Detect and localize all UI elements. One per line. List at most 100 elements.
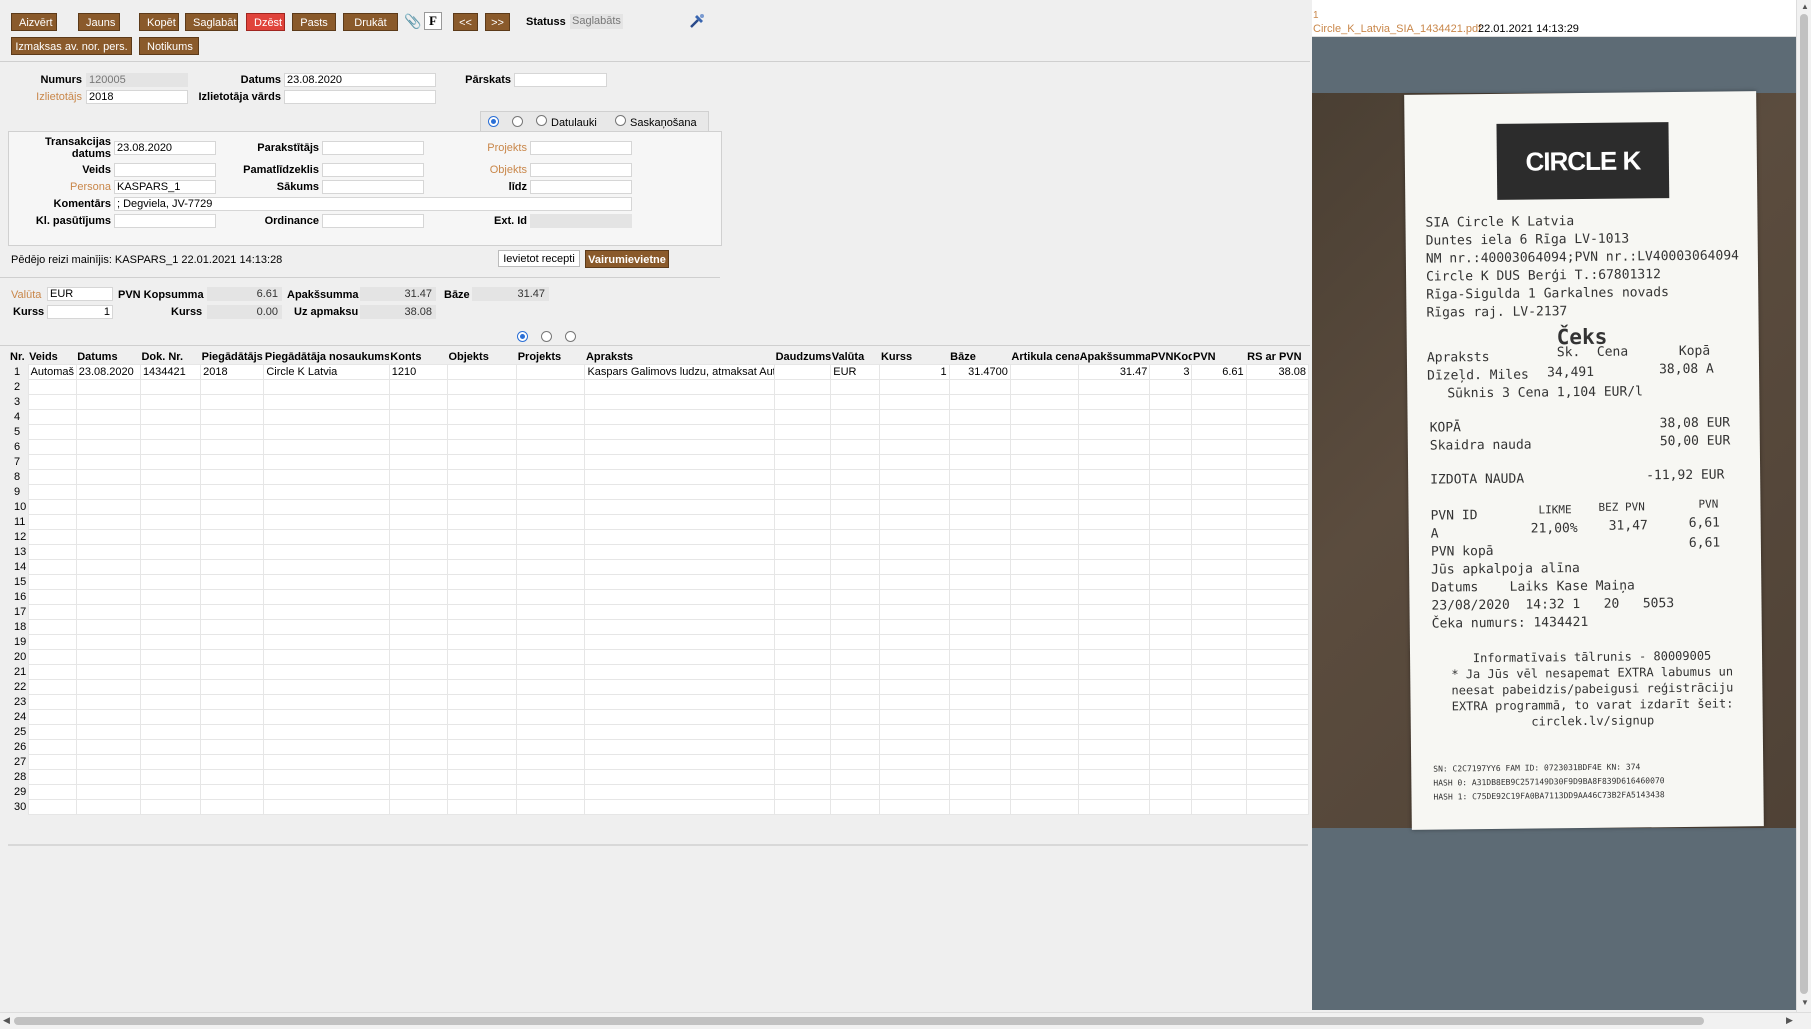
- table-cell[interactable]: [879, 574, 950, 590]
- order-field[interactable]: [114, 214, 216, 228]
- table-cell[interactable]: [263, 619, 390, 635]
- table-cell[interactable]: [830, 604, 881, 620]
- table-cell[interactable]: [200, 784, 265, 800]
- cell-vat[interactable]: 6.61: [1191, 364, 1247, 380]
- table-cell[interactable]: [200, 424, 265, 440]
- table-cell[interactable]: [1078, 634, 1151, 650]
- table-cell[interactable]: [139, 664, 202, 680]
- attachment-link[interactable]: Circle_K_Latvia_SIA_1434421.pdf: [1313, 23, 1481, 35]
- table-cell[interactable]: [879, 619, 950, 635]
- table-cell[interactable]: [139, 649, 202, 665]
- table-cell[interactable]: [1149, 649, 1193, 665]
- signed-field[interactable]: [322, 141, 424, 155]
- table-cell[interactable]: [516, 634, 586, 650]
- table-cell[interactable]: [263, 679, 390, 695]
- column-header[interactable]: Veids: [28, 349, 76, 365]
- table-cell[interactable]: [1149, 424, 1193, 440]
- table-cell[interactable]: [1191, 454, 1247, 470]
- table-cell[interactable]: [263, 394, 390, 410]
- table-cell[interactable]: [1009, 409, 1080, 425]
- table-cell[interactable]: [1245, 754, 1310, 770]
- table-cell[interactable]: [584, 694, 776, 710]
- table-cell[interactable]: [263, 574, 390, 590]
- table-cell[interactable]: [584, 469, 776, 485]
- table-cell[interactable]: [1191, 484, 1247, 500]
- table-cell[interactable]: [446, 484, 518, 500]
- table-cell[interactable]: [263, 559, 390, 575]
- table-cell[interactable]: [27, 769, 77, 785]
- import-receipt-button[interactable]: Ievietot recepti: [498, 250, 580, 267]
- table-cell[interactable]: [200, 409, 265, 425]
- table-cell[interactable]: [27, 574, 77, 590]
- table-cell[interactable]: [263, 634, 390, 650]
- tools-icon[interactable]: [688, 12, 706, 30]
- table-cell[interactable]: [1009, 649, 1080, 665]
- table-cell[interactable]: [139, 679, 202, 695]
- table-cell[interactable]: [879, 739, 950, 755]
- merchant-button[interactable]: Vairumievietne: [585, 250, 669, 268]
- table-cell[interactable]: [584, 559, 776, 575]
- table-row[interactable]: 28: [9, 769, 1310, 785]
- scroll-down-arrow[interactable]: ▼: [1801, 998, 1809, 1007]
- column-header[interactable]: Piegādātāja nosaukums: [264, 349, 389, 365]
- table-cell[interactable]: [774, 589, 832, 605]
- table-cell[interactable]: [139, 439, 202, 455]
- table-cell[interactable]: [1245, 709, 1310, 725]
- table-cell[interactable]: [1245, 574, 1310, 590]
- cell-vat-code[interactable]: 3: [1149, 364, 1193, 380]
- table-cell[interactable]: [1149, 409, 1193, 425]
- mail-button[interactable]: Pasts: [292, 13, 336, 31]
- table-cell[interactable]: [948, 709, 1011, 725]
- table-cell[interactable]: [1149, 784, 1193, 800]
- table-cell[interactable]: [75, 634, 141, 650]
- table-cell[interactable]: [200, 379, 265, 395]
- save-button[interactable]: Saglabāt: [185, 13, 238, 31]
- table-cell[interactable]: [446, 664, 518, 680]
- cell-supplier-name[interactable]: Circle K Latvia: [263, 364, 390, 380]
- table-cell[interactable]: [879, 424, 950, 440]
- column-header[interactable]: PVN: [1192, 349, 1246, 365]
- table-cell[interactable]: [1149, 454, 1193, 470]
- copy-button[interactable]: Kopēt: [139, 13, 179, 31]
- table-cell[interactable]: [200, 604, 265, 620]
- table-cell[interactable]: [584, 394, 776, 410]
- table-cell[interactable]: [1149, 514, 1193, 530]
- trans-date-field[interactable]: 23.08.2020: [114, 141, 216, 155]
- table-cell[interactable]: [584, 424, 776, 440]
- table-cell[interactable]: [1245, 394, 1310, 410]
- table-cell[interactable]: [200, 634, 265, 650]
- table-cell[interactable]: [584, 544, 776, 560]
- table-cell[interactable]: [1245, 529, 1310, 545]
- table-cell[interactable]: [1009, 724, 1080, 740]
- table-cell[interactable]: [830, 664, 881, 680]
- table-cell[interactable]: [388, 619, 448, 635]
- table-cell[interactable]: [388, 664, 448, 680]
- table-cell[interactable]: [139, 784, 202, 800]
- table-cell[interactable]: [948, 694, 1011, 710]
- attachment-icon[interactable]: 📎: [404, 12, 422, 30]
- table-cell[interactable]: [139, 394, 202, 410]
- table-cell[interactable]: [27, 544, 77, 560]
- table-cell[interactable]: [27, 619, 77, 635]
- table-cell[interactable]: [774, 754, 832, 770]
- table-cell[interactable]: [879, 694, 950, 710]
- table-cell[interactable]: [139, 559, 202, 575]
- table-row[interactable]: 12: [9, 529, 1310, 545]
- font-icon[interactable]: F: [424, 12, 442, 30]
- asset-field[interactable]: [322, 163, 424, 177]
- table-cell[interactable]: [388, 559, 448, 575]
- table-cell[interactable]: [948, 529, 1011, 545]
- table-cell[interactable]: [1191, 784, 1247, 800]
- table-cell[interactable]: [1191, 604, 1247, 620]
- table-cell[interactable]: [584, 589, 776, 605]
- table-cell[interactable]: [948, 754, 1011, 770]
- table-cell[interactable]: [516, 709, 586, 725]
- table-cell[interactable]: [879, 439, 950, 455]
- person-label[interactable]: Persona: [20, 181, 111, 193]
- table-cell[interactable]: [516, 379, 586, 395]
- table-cell[interactable]: [75, 469, 141, 485]
- table-cell[interactable]: [948, 544, 1011, 560]
- table-cell[interactable]: [1191, 544, 1247, 560]
- table-cell[interactable]: [1149, 529, 1193, 545]
- column-header[interactable]: RS ar PVN: [1246, 349, 1308, 365]
